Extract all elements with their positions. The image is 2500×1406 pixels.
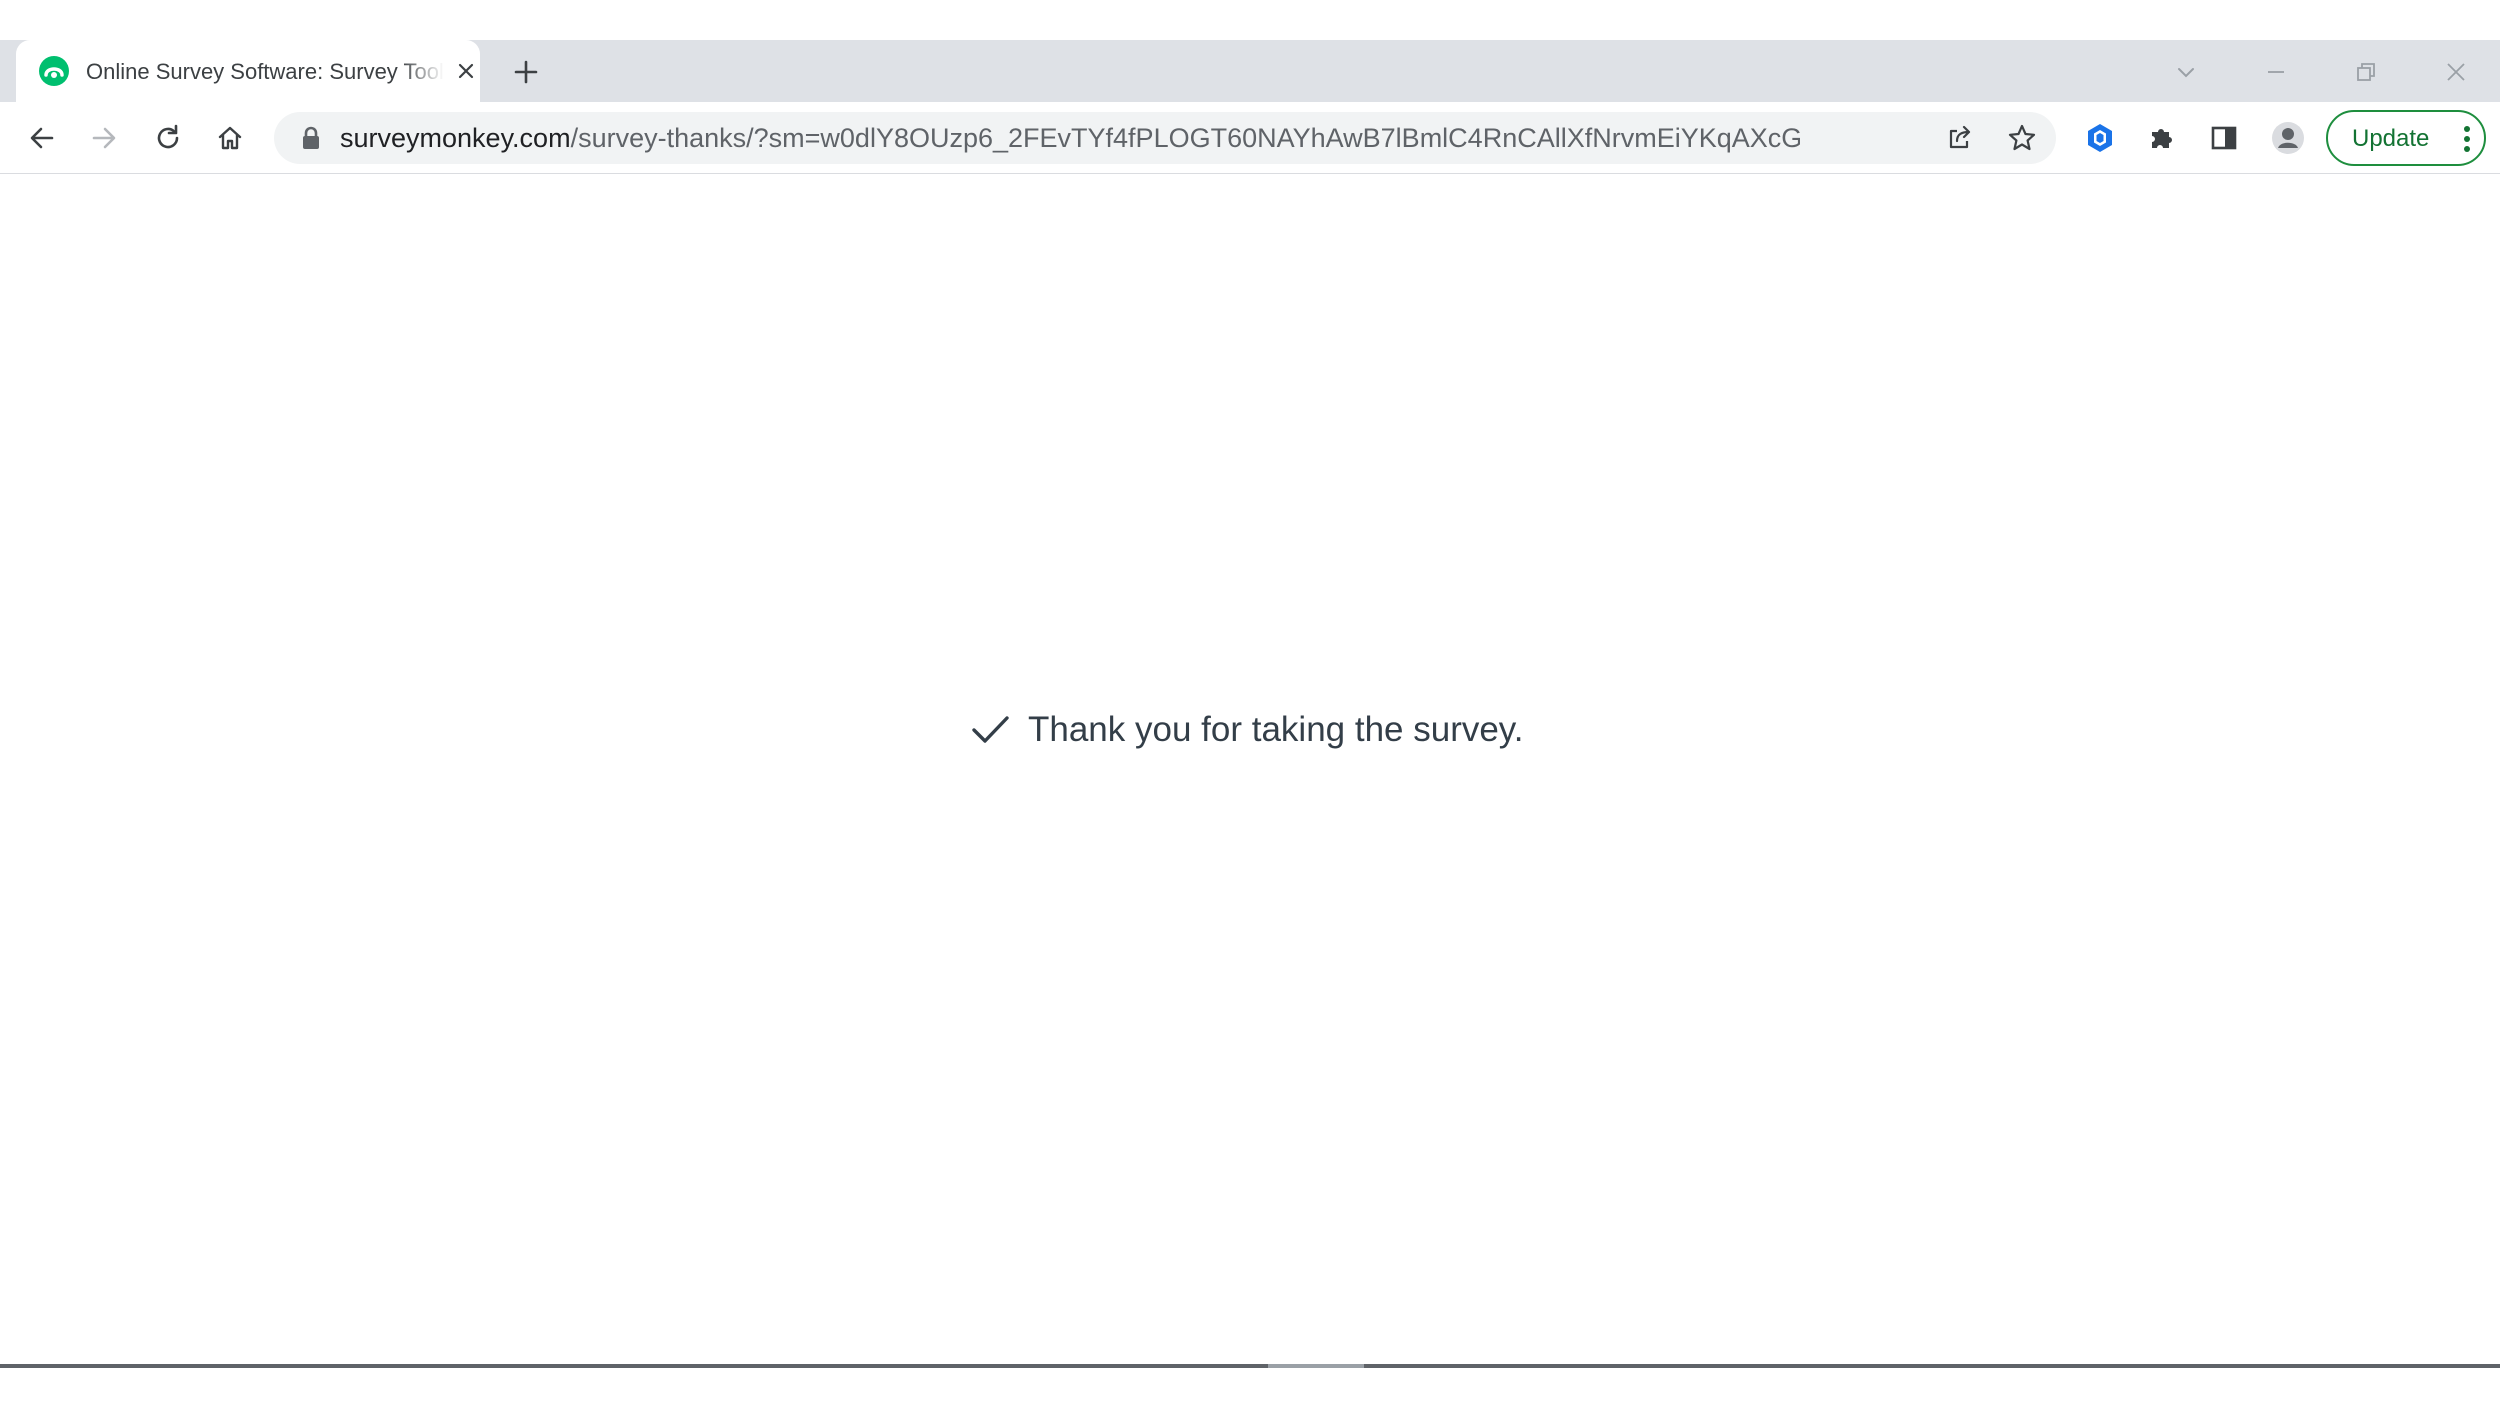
update-button[interactable]: Update	[2326, 110, 2486, 166]
address-bar[interactable]: surveymonkey.com/survey-thanks/?sm=w0dlY…	[274, 112, 2056, 164]
more-vert-icon[interactable]	[2452, 122, 2482, 156]
extension-hexagon-icon[interactable]	[2078, 116, 2122, 160]
extensions-puzzle-icon[interactable]	[2140, 116, 2184, 160]
update-button-label: Update	[2352, 125, 2430, 152]
browser-toolbar: surveymonkey.com/survey-thanks/?sm=w0dlY…	[0, 102, 2500, 174]
share-icon[interactable]	[1940, 118, 1980, 158]
address-url[interactable]: surveymonkey.com/survey-thanks/?sm=w0dlY…	[340, 123, 1800, 153]
forward-arrow-icon[interactable]	[82, 116, 126, 160]
page-content: Thank you for taking the survey.	[0, 175, 2500, 1365]
url-path: /survey-thanks/?sm=w0dlY8OUzp6_2FEvTYf4f…	[570, 123, 1800, 153]
side-panel-icon[interactable]	[2202, 116, 2246, 160]
browser-tab-active[interactable]: Online Survey Software: Survey Tools	[16, 40, 480, 102]
tab-strip: Online Survey Software: Survey Tools	[0, 40, 2500, 102]
bookmark-star-icon[interactable]	[2002, 118, 2042, 158]
new-tab-plus-icon[interactable]	[508, 54, 544, 90]
horizontal-scrollbar-thumb[interactable]	[1268, 1364, 1364, 1368]
surveymonkey-favicon-icon	[38, 55, 70, 87]
tab-search-chevron-down-icon[interactable]	[2170, 56, 2202, 88]
minimize-icon[interactable]	[2260, 56, 2292, 88]
thank-you-message: Thank you for taking the survey.	[970, 705, 1523, 755]
restore-icon[interactable]	[2350, 56, 2382, 88]
reload-icon[interactable]	[146, 116, 190, 160]
close-icon[interactable]	[452, 57, 480, 85]
lock-icon[interactable]	[300, 126, 322, 150]
url-host: surveymonkey.com	[340, 123, 571, 153]
browser-window: Online Survey Software: Survey Tools sur…	[0, 0, 2500, 1406]
bottom-divider	[0, 1364, 2500, 1368]
home-icon[interactable]	[208, 116, 252, 160]
profile-avatar-icon[interactable]	[2266, 116, 2310, 160]
thank-you-text: Thank you for taking the survey.	[1028, 710, 1524, 749]
back-arrow-icon[interactable]	[20, 116, 64, 160]
window-close-icon[interactable]	[2440, 56, 2472, 88]
tab-title: Online Survey Software: Survey Tools	[86, 59, 444, 84]
checkmark-icon	[970, 710, 1010, 750]
